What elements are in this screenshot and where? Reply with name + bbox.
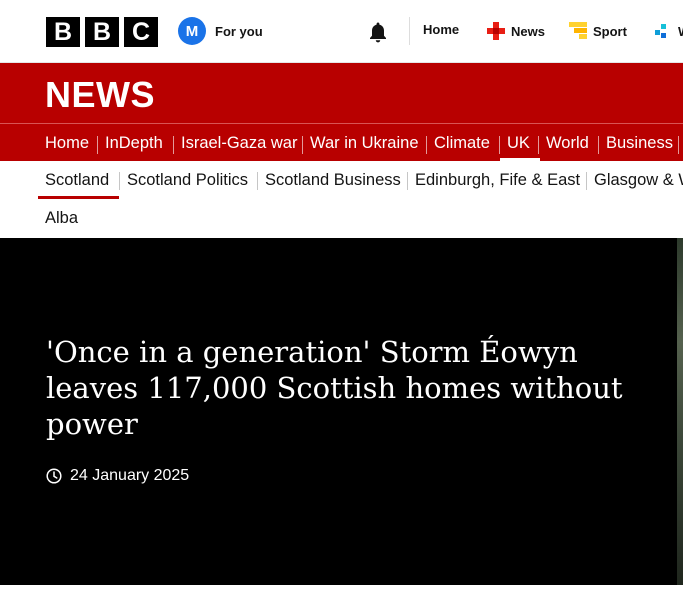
sub-nav-active-indicator <box>38 196 119 199</box>
top-nav-weather-label: W <box>678 24 683 39</box>
section-nav-home[interactable]: Home <box>45 134 89 153</box>
article-date-text: 24 January 2025 <box>70 467 190 484</box>
sub-nav-glasgow-west[interactable]: Glasgow & W <box>594 171 683 190</box>
section-nav-divider <box>538 136 539 154</box>
news-banner: NEWS <box>0 63 683 123</box>
sub-nav-divider <box>257 172 258 190</box>
news-wordmark[interactable]: NEWS <box>45 74 155 116</box>
sub-nav-alba[interactable]: Alba <box>45 209 78 228</box>
sub-nav: Scotland Scotland Politics Scotland Busi… <box>0 161 683 238</box>
sub-nav-scotland-business[interactable]: Scotland Business <box>265 171 401 190</box>
global-header: B B C M For you Home News Sport <box>0 0 683 63</box>
top-nav-news-label: News <box>511 23 545 39</box>
section-nav-uk[interactable]: UK <box>507 134 530 153</box>
section-nav-business[interactable]: Business <box>606 134 673 153</box>
sub-nav-edinburgh-fife-east[interactable]: Edinburgh, Fife & East <box>415 171 580 190</box>
section-nav-divider <box>598 136 599 154</box>
clock-icon <box>46 468 62 484</box>
for-you-label: For you <box>215 23 263 39</box>
top-nav-news[interactable]: News <box>487 22 545 40</box>
logo-letter-c: C <box>124 17 158 47</box>
avatar: M <box>178 17 206 45</box>
hero-image-edge <box>677 238 683 585</box>
weather-icon <box>655 24 666 38</box>
section-nav-divider <box>97 136 98 154</box>
top-nav-weather[interactable]: W <box>654 22 683 40</box>
for-you-link[interactable]: M For you <box>178 17 263 45</box>
section-nav: Home InDepth Israel-Gaza war War in Ukra… <box>0 123 683 161</box>
top-nav-sport[interactable]: Sport <box>569 22 627 40</box>
sub-nav-scotland-politics[interactable]: Scotland Politics <box>127 171 248 190</box>
bbc-logo[interactable]: B B C <box>46 17 158 47</box>
top-nav-sport-label: Sport <box>593 23 627 39</box>
page-bottom-strip <box>0 585 683 590</box>
bell-icon[interactable] <box>366 20 390 44</box>
section-nav-climate[interactable]: Climate <box>434 134 490 153</box>
top-nav-home[interactable]: Home <box>423 22 459 37</box>
section-nav-indepth[interactable]: InDepth <box>105 134 163 153</box>
section-nav-world[interactable]: World <box>546 134 589 153</box>
section-nav-divider <box>173 136 174 154</box>
article-date: 24 January 2025 <box>46 467 189 485</box>
sport-icon <box>569 22 587 39</box>
sub-nav-divider <box>407 172 408 190</box>
sub-nav-divider <box>119 172 120 190</box>
section-nav-divider <box>426 136 427 154</box>
news-icon <box>487 22 505 40</box>
section-nav-divider <box>302 136 303 154</box>
section-nav-war-in-ukraine[interactable]: War in Ukraine <box>310 134 419 153</box>
logo-letter-b2: B <box>85 17 119 47</box>
section-nav-divider <box>678 136 679 154</box>
header-divider <box>409 17 410 45</box>
logo-letter-b1: B <box>46 17 80 47</box>
top-nav-home-label: Home <box>423 22 460 37</box>
sub-nav-divider <box>586 172 587 190</box>
section-nav-divider <box>499 136 500 154</box>
article-headline: 'Once in a generation' Storm Éowyn leave… <box>46 335 623 441</box>
section-nav-israel-gaza-war[interactable]: Israel-Gaza war <box>181 134 297 153</box>
sub-nav-scotland[interactable]: Scotland <box>45 171 109 190</box>
article-hero: 'Once in a generation' Storm Éowyn leave… <box>0 238 683 585</box>
